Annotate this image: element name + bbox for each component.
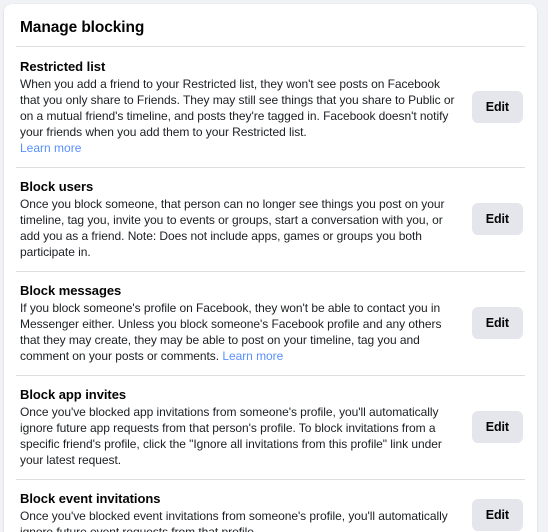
edit-button-block-event-invitations[interactable]: Edit xyxy=(471,499,523,531)
section-description-text-block-users: Once you block someone, that person can … xyxy=(20,197,445,259)
edit-button-restricted-list[interactable]: Edit xyxy=(471,91,523,123)
section-description-block-messages: If you block someone's profile on Facebo… xyxy=(20,300,458,364)
section-block-users: Block users Once you block someone, that … xyxy=(16,167,525,271)
section-block-event-invitations: Block event invitations Once you've block… xyxy=(16,479,525,532)
manage-blocking-card: Manage blocking Restricted list When you … xyxy=(4,4,537,532)
section-description-block-event-invitations: Once you've blocked event invitations fr… xyxy=(20,508,458,532)
section-block-messages: Block messages If you block someone's pro… xyxy=(16,271,525,375)
section-block-app-invites: Block app invites Once you've blocked app… xyxy=(16,375,525,479)
blocking-sections-list: Restricted list When you add a friend to … xyxy=(16,46,525,532)
section-text-block-app-invites: Block app invites Once you've blocked app… xyxy=(16,386,472,468)
learn-more-link-restricted-list[interactable]: Learn more xyxy=(20,140,458,156)
page-title: Manage blocking xyxy=(20,19,145,36)
section-text-block-messages: Block messages If you block someone's pro… xyxy=(16,282,472,364)
section-text-restricted-list: Restricted list When you add a friend to … xyxy=(16,58,472,156)
app-viewport: Manage blocking Restricted list When you … xyxy=(0,0,548,532)
section-title-block-messages: Block messages xyxy=(20,283,122,298)
edit-button-block-messages[interactable]: Edit xyxy=(471,307,523,339)
section-description-text-block-app-invites: Once you've blocked app invitations from… xyxy=(20,405,442,467)
section-description-text-block-event-invitations: Once you've blocked event invitations fr… xyxy=(20,509,448,532)
section-restricted-list: Restricted list When you add a friend to … xyxy=(16,46,525,167)
section-title-restricted-list: Restricted list xyxy=(20,59,106,74)
section-text-block-users: Block users Once you block someone, that … xyxy=(16,178,472,260)
scrollbar-thumb[interactable] xyxy=(540,6,546,306)
section-title-block-event-invitations: Block event invitations xyxy=(20,491,161,506)
scrollbar-track[interactable] xyxy=(541,3,547,529)
section-description-restricted-list: When you add a friend to your Restricted… xyxy=(20,76,458,140)
section-title-block-app-invites: Block app invites xyxy=(20,387,127,402)
edit-button-block-users[interactable]: Edit xyxy=(471,203,523,235)
section-description-block-users: Once you block someone, that person can … xyxy=(20,196,458,260)
section-description-block-app-invites: Once you've blocked app invitations from… xyxy=(20,404,458,468)
section-title-block-users: Block users xyxy=(20,179,94,194)
learn-more-link-block-messages[interactable]: Learn more xyxy=(222,349,283,363)
section-text-block-event-invitations: Block event invitations Once you've block… xyxy=(16,490,472,532)
edit-button-block-app-invites[interactable]: Edit xyxy=(471,411,523,443)
section-description-text-restricted-list: When you add a friend to your Restricted… xyxy=(20,77,455,139)
